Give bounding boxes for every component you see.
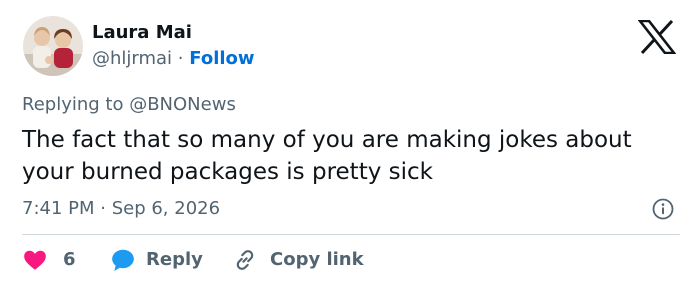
copy-link-button[interactable]: Copy link — [232, 247, 364, 273]
reply-bubble-icon — [112, 249, 134, 271]
x-logo-icon[interactable] — [638, 20, 676, 54]
copy-link-label: Copy link — [270, 249, 364, 270]
author-name[interactable]: Laura Mai — [92, 22, 192, 44]
divider — [22, 234, 680, 235]
reply-button[interactable]: Reply — [110, 247, 203, 273]
like-button[interactable]: 6 — [22, 247, 76, 273]
reply-label: Reply — [146, 249, 203, 270]
heart-icon — [24, 250, 46, 270]
like-count: 6 — [63, 249, 76, 270]
info-icon[interactable] — [652, 198, 674, 220]
author-handle[interactable]: @hljrmai — [92, 48, 172, 69]
tweet-timestamp[interactable]: 7:41 PM · Sep 6, 2026 — [22, 198, 220, 220]
follow-button[interactable]: Follow — [189, 48, 254, 69]
avatar[interactable] — [23, 16, 83, 76]
handle-separator: · — [177, 48, 184, 69]
tweet-text: The fact that so many of you are making … — [22, 127, 632, 185]
reply-context[interactable]: Replying to @BNONews — [22, 94, 236, 116]
author-handle-line: @hljrmai · Follow — [92, 48, 255, 70]
link-icon — [236, 250, 254, 270]
avatar-photo — [23, 16, 83, 76]
